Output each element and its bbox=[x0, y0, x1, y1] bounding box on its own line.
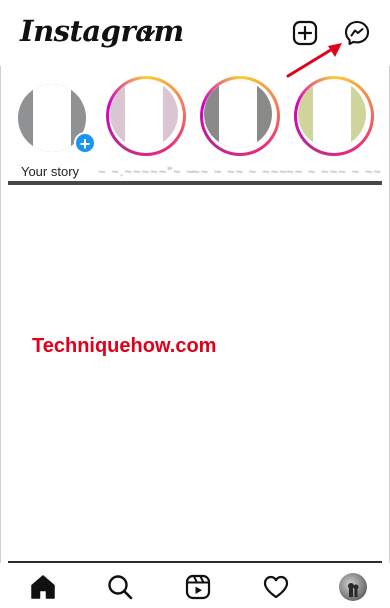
reels-icon[interactable] bbox=[184, 573, 212, 601]
story-label: ~ ~.~~~~~"~ ~ ~ ~"~~ ~ bbox=[98, 164, 194, 179]
story-avatar bbox=[204, 80, 272, 148]
home-icon[interactable] bbox=[29, 573, 57, 601]
stories-tray: + Your story ~ ~.~~~~~"~ ~ ~ ~"~~ ~ ~~ ~… bbox=[0, 66, 390, 182]
story-item[interactable]: ~ ~.~~~~~"~ ~ ~ ~"~~ ~ bbox=[98, 74, 194, 180]
story-label: ~~ ~ ~~~ ~ ~~ bbox=[286, 164, 382, 179]
story-item[interactable]: ~~ ~ ~~ ~ ~~~ ~ bbox=[192, 74, 288, 180]
messenger-icon[interactable] bbox=[343, 19, 371, 47]
profile-avatar[interactable] bbox=[339, 573, 367, 601]
feed-top-divider bbox=[8, 181, 382, 185]
search-icon[interactable] bbox=[106, 573, 134, 601]
story-avatar bbox=[110, 80, 178, 148]
bottom-nav bbox=[0, 563, 390, 608]
add-story-icon[interactable]: + bbox=[74, 132, 96, 154]
story-item[interactable]: ~~ ~ ~~~ ~ ~~ bbox=[286, 74, 381, 180]
story-label: ~~ ~ ~~ ~ ~~~ ~ bbox=[192, 164, 288, 179]
watermark-text: Techniquehow.com bbox=[32, 335, 217, 357]
top-bar: Instagram bbox=[0, 0, 390, 66]
profile-photo bbox=[348, 583, 359, 597]
plus-square-icon[interactable] bbox=[291, 19, 319, 47]
story-avatar bbox=[298, 80, 366, 148]
story-your-story[interactable]: + Your story bbox=[8, 74, 96, 180]
chevron-down-icon[interactable] bbox=[142, 26, 156, 40]
story-label: Your story bbox=[20, 164, 80, 179]
instagram-logo[interactable]: Instagram bbox=[20, 14, 184, 48]
heart-icon[interactable] bbox=[262, 573, 290, 601]
